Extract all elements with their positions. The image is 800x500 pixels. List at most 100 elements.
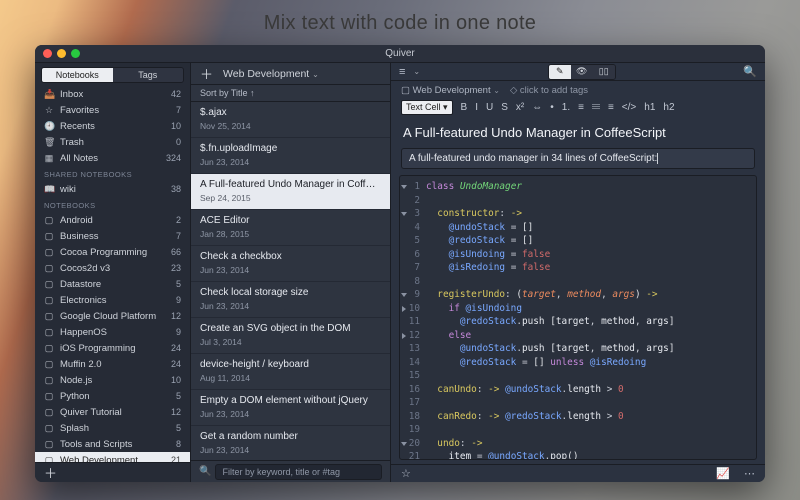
preview-mode-button[interactable]: 👁 <box>571 65 593 79</box>
sidebar-item-datastore[interactable]: ▢Datastore5 <box>35 276 190 292</box>
tag-input[interactable]: ◇ click to add tags <box>510 85 588 96</box>
sidebar-item-web-development[interactable]: ▢Web Development21 <box>35 452 190 462</box>
note-title: ACE Editor <box>200 215 381 226</box>
sidebar-item-wiki[interactable]: 📖wiki38 <box>35 181 190 197</box>
gutter-line: 16 <box>400 383 426 397</box>
sidebar-item-tools-and-scripts[interactable]: ▢Tools and Scripts8 <box>35 436 190 452</box>
notebook-icon: ▢ <box>44 407 54 418</box>
sidebar-item-count: 0 <box>176 137 181 147</box>
sidebar-item-business[interactable]: ▢Business7 <box>35 228 190 244</box>
sidebar-item-electronics[interactable]: ▢Electronics9 <box>35 292 190 308</box>
edit-mode-button[interactable]: ✎ <box>549 65 571 79</box>
sidebar-item-quiver-tutorial[interactable]: ▢Quiver Tutorial12 <box>35 404 190 420</box>
format-button-10[interactable]: ≡ <box>608 102 614 113</box>
note-row[interactable]: $.ajaxNov 25, 2014 <box>191 102 390 138</box>
note-row[interactable]: ACE Editor Jan 28, 2015 <box>191 210 390 246</box>
favorite-icon[interactable]: ☆ <box>401 467 411 480</box>
note-list: ＋ Web Development ⌄ Sort by Title ↑ $.aj… <box>191 63 391 482</box>
gutter-line: 11 <box>400 315 426 329</box>
more-icon[interactable]: ⋯ <box>744 467 755 480</box>
search-icon[interactable]: 🔍 <box>743 65 757 78</box>
search-icon: 🔍 <box>199 466 211 477</box>
sidebar-item-python[interactable]: ▢Python5 <box>35 388 190 404</box>
note-row[interactable]: Check a checkboxJun 23, 2014 <box>191 246 390 282</box>
sidebar-item-cocoa-programming[interactable]: ▢Cocoa Programming66 <box>35 244 190 260</box>
format-button-1[interactable]: I <box>475 102 478 113</box>
notebook-icon: ▢ <box>44 423 54 434</box>
sidebar-item-node-js[interactable]: ▢Node.js10 <box>35 372 190 388</box>
code-line: else <box>426 329 471 343</box>
text-cell[interactable]: A full-featured undo manager in 34 lines… <box>401 148 755 169</box>
sort-menu[interactable]: Sort by Title ↑ <box>191 85 390 102</box>
sidebar-item-label: Recents <box>60 121 165 132</box>
sidebar-item-happenos[interactable]: ▢HappenOS9 <box>35 324 190 340</box>
sidebar-item-cocos2d-v3[interactable]: ▢Cocos2d v323 <box>35 260 190 276</box>
tab-notebooks[interactable]: Notebooks <box>42 68 113 82</box>
format-button-6[interactable]: • <box>550 102 554 113</box>
tab-tags[interactable]: Tags <box>113 68 184 82</box>
note-row[interactable]: Check local storage sizeJun 23, 2014 <box>191 282 390 318</box>
code-line: @redoStack.push [target, method, args] <box>426 315 674 329</box>
gutter-line: 6 <box>400 248 426 262</box>
sidebar: Notebooks Tags 📥Inbox42☆Favorites7🕘Recen… <box>35 63 191 482</box>
format-button-5[interactable]: ⇔ <box>532 102 542 113</box>
gutter-line: 19 <box>400 423 426 437</box>
notebook-icon: ▢ <box>44 439 54 450</box>
add-notebook-button[interactable]: ＋ <box>44 463 57 482</box>
cell-type-select[interactable]: Text Cell ▾ <box>401 100 453 115</box>
sidebar-item-ios-programming[interactable]: ▢iOS Programming24 <box>35 340 190 356</box>
notebook-icon: ▢ <box>44 279 54 290</box>
format-button-12[interactable]: h1 <box>644 102 655 113</box>
gutter-line: 9 <box>400 288 426 302</box>
format-button-13[interactable]: h2 <box>663 102 674 113</box>
sidebar-item-muffin-2-0[interactable]: ▢Muffin 2.024 <box>35 356 190 372</box>
sidebar-item-splash[interactable]: ▢Splash5 <box>35 420 190 436</box>
sidebar-item-inbox[interactable]: 📥Inbox42 <box>35 86 190 102</box>
format-button-8[interactable]: ≡ <box>578 102 584 113</box>
sidebar-item-all-notes[interactable]: ▦All Notes324 <box>35 150 190 166</box>
menu-icon[interactable]: ≡ <box>399 66 405 78</box>
sidebar-item-label: Android <box>60 215 170 226</box>
sidebar-item-count: 7 <box>176 231 181 241</box>
sidebar-item-trash[interactable]: 🗑Trash0 <box>35 134 190 150</box>
note-row[interactable]: device-height / keyboardAug 11, 2014 <box>191 354 390 390</box>
sidebar-item-favorites[interactable]: ☆Favorites7 <box>35 102 190 118</box>
note-title: Create an SVG object in the DOM <box>200 323 381 334</box>
note-row[interactable]: Empty a DOM element without jQueryJun 23… <box>191 390 390 426</box>
format-button-9[interactable]: 𝄘 <box>592 102 600 113</box>
sidebar-item-count: 10 <box>171 121 181 131</box>
code-line: canRedo: -> @redoStack.length > 0 <box>426 410 624 424</box>
note-row[interactable]: Get a random numberJun 23, 2014 <box>191 426 390 460</box>
format-button-11[interactable]: </> <box>622 102 636 113</box>
notebook-icon: ▢ <box>44 295 54 306</box>
format-button-0[interactable]: B <box>461 102 468 113</box>
gutter-line: 14 <box>400 356 426 370</box>
code-cell[interactable]: 1class UndoManager23 constructor: ->4 @u… <box>399 175 757 460</box>
sidebar-item-label: Datastore <box>60 279 170 290</box>
note-date: Jan 28, 2015 <box>200 229 381 239</box>
note-row[interactable]: $.fn.uploadImageJun 23, 2014 <box>191 138 390 174</box>
note-notebook-select[interactable]: ▢ Web Development ⌄ <box>401 85 500 96</box>
format-button-3[interactable]: S <box>501 102 508 113</box>
format-button-7[interactable]: 1. <box>562 102 570 113</box>
code-line: @undoStack.push [target, method, args] <box>426 342 674 356</box>
note-row[interactable]: Create an SVG object in the DOMJul 3, 20… <box>191 318 390 354</box>
note-row[interactable]: A Full-featured Undo Manager in Coffee…S… <box>191 174 390 210</box>
sidebar-item-count: 21 <box>171 455 181 462</box>
filter-input[interactable] <box>215 464 382 480</box>
note-title[interactable]: A Full-featured Undo Manager in CoffeeSc… <box>391 119 765 148</box>
format-button-2[interactable]: U <box>486 102 493 113</box>
sidebar-item-recents[interactable]: 🕘Recents10 <box>35 118 190 134</box>
sidebar-item-label: Cocos2d v3 <box>60 263 165 274</box>
window-title: Quiver <box>35 48 765 59</box>
stats-icon[interactable]: 📈 <box>716 467 730 480</box>
format-button-4[interactable]: x² <box>516 102 524 113</box>
sidebar-item-count: 324 <box>166 153 181 163</box>
split-mode-button[interactable]: ▯▯ <box>593 65 615 79</box>
sidebar-item-android[interactable]: ▢Android2 <box>35 212 190 228</box>
sidebar-item-google-cloud-platform[interactable]: ▢Google Cloud Platform12 <box>35 308 190 324</box>
notebook-dropdown[interactable]: Web Development ⌄ <box>223 68 319 80</box>
notebooks-header: NOTEBOOKS <box>35 197 190 212</box>
new-note-button[interactable]: ＋ <box>200 64 213 83</box>
note-date: Jun 23, 2014 <box>200 157 381 167</box>
